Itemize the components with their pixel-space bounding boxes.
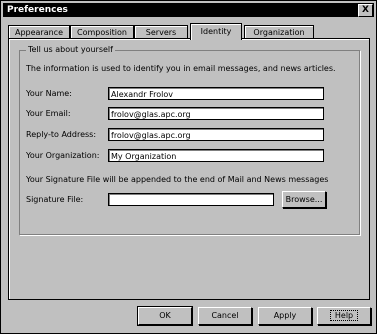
identity-panel: Tell us about yourself The information i… — [8, 38, 370, 300]
tab-appearance[interactable]: Appearance — [8, 25, 70, 39]
email-field[interactable]: frolov@glas.apc.org — [108, 107, 324, 120]
close-button[interactable]: X — [358, 4, 373, 17]
ok-button[interactable]: OK — [137, 306, 193, 326]
help-button[interactable]: Help — [317, 307, 371, 325]
group-title: Tell us about yourself — [26, 45, 115, 54]
name-label: Your Name: — [26, 89, 72, 98]
tab-strip: Appearance Composition Servers Identity … — [8, 23, 368, 40]
signature-label: Signature File: — [26, 195, 84, 204]
email-label: Your Email: — [26, 109, 71, 118]
cancel-button[interactable]: Cancel — [198, 307, 252, 325]
organization-label: Your Organization: — [26, 151, 100, 160]
reply-to-field[interactable]: frolov@glas.apc.org — [108, 128, 324, 141]
preferences-dialog: Preferences X Appearance Composition Ser… — [0, 0, 377, 334]
signature-note: Your Signature File will be appended to … — [26, 175, 329, 184]
apply-button[interactable]: Apply — [258, 307, 312, 325]
tab-servers[interactable]: Servers — [134, 25, 188, 39]
name-field[interactable]: Alexandr Frolov — [108, 87, 324, 100]
window-title: Preferences — [7, 5, 68, 15]
about-yourself-group: Tell us about yourself The information i… — [19, 45, 360, 235]
tab-organization[interactable]: Organization — [244, 25, 314, 39]
browse-button[interactable]: Browse... — [282, 191, 326, 208]
tab-identity[interactable]: Identity — [190, 23, 242, 40]
tab-composition[interactable]: Composition — [70, 25, 134, 39]
signature-file-field[interactable] — [108, 193, 274, 206]
organization-field[interactable]: My Organization — [108, 149, 324, 162]
title-bar: Preferences X — [3, 3, 374, 17]
identity-description: The information is used to identify you … — [26, 64, 336, 73]
reply-to-label: Reply-to Address: — [26, 130, 97, 139]
help-button-label: Help — [329, 310, 359, 321]
